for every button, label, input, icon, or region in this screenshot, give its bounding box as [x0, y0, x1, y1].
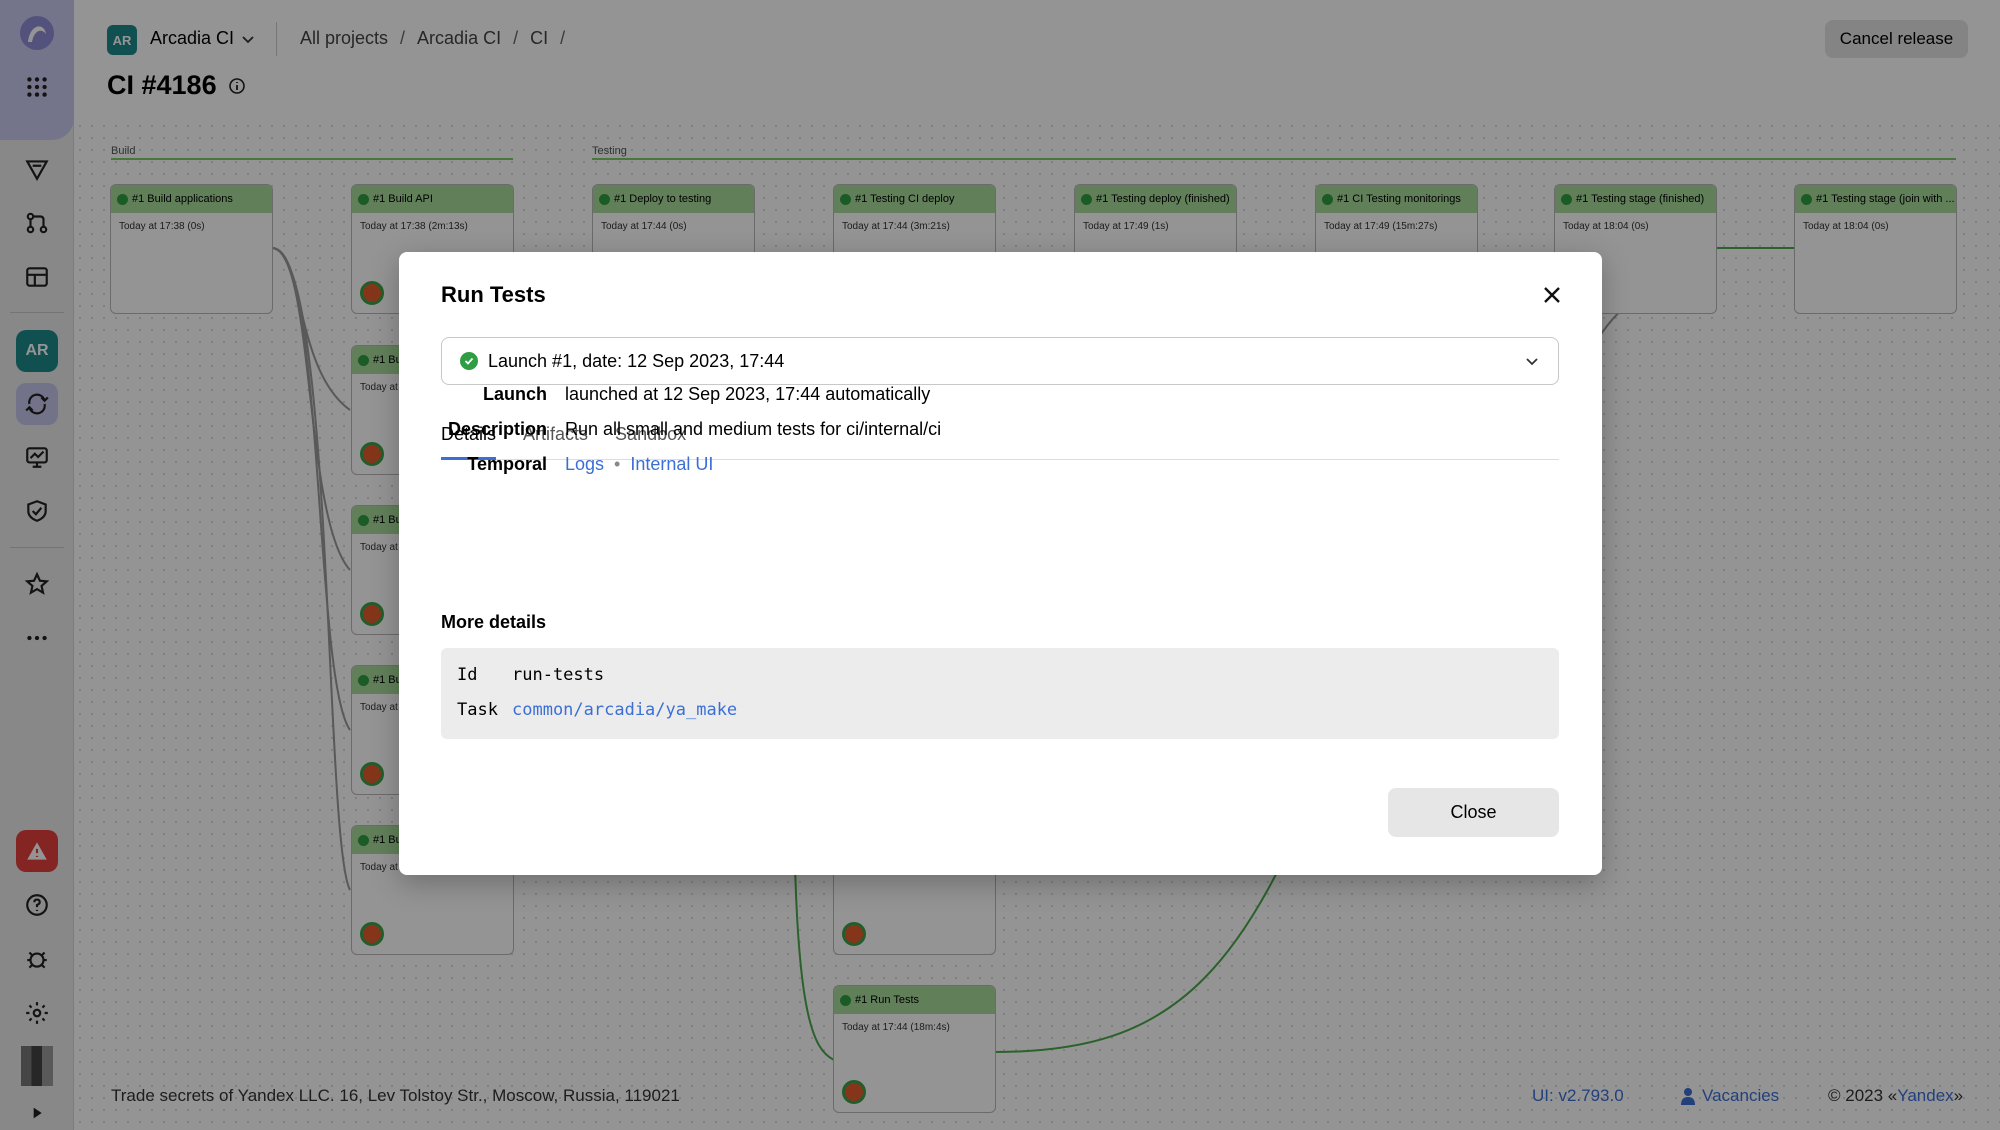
task-link[interactable]: common/arcadia/ya_make — [512, 700, 737, 735]
modal-title: Run Tests — [441, 282, 546, 307]
launch-value: launched at 12 Sep 2023, 17:44 automatic… — [565, 384, 931, 404]
description-row: Description Run all small and medium tes… — [441, 419, 941, 440]
description-value: Run all small and medium tests for ci/in… — [565, 419, 942, 439]
launch-select[interactable]: Launch #1, date: 12 Sep 2023, 17:44 — [441, 337, 1559, 385]
link-separator: • — [614, 454, 621, 474]
more-details-heading: More details — [441, 612, 547, 632]
success-icon — [460, 352, 478, 370]
detail-value: run-tests — [512, 665, 605, 685]
run-tests-modal: Run Tests Launch #1, date: 12 Sep 2023, … — [399, 252, 1602, 875]
launch-row: Launch launched at 12 Sep 2023, 17:44 au… — [441, 384, 930, 405]
chevron-down-icon[interactable] — [1524, 354, 1540, 370]
temporal-logs-link[interactable]: Logs — [565, 454, 604, 475]
close-icon[interactable] — [1537, 280, 1567, 310]
temporal-label: Temporal — [467, 454, 547, 474]
temporal-internal-ui-link[interactable]: Internal UI — [630, 454, 713, 475]
description-label: Description — [447, 419, 547, 439]
detail-key: Task — [457, 700, 498, 720]
detail-row-id: Id run-tests — [457, 665, 1559, 700]
close-button[interactable]: Close — [1388, 788, 1559, 837]
launch-label: Launch — [482, 384, 547, 404]
detail-key: Id — [457, 665, 478, 685]
detail-row-task: Task common/arcadia/ya_make — [457, 700, 1559, 735]
temporal-row: Temporal Logs • Internal UI — [441, 454, 713, 475]
launch-select-value: Launch #1, date: 12 Sep 2023, 17:44 — [488, 350, 785, 371]
details-codebox: Id run-tests Task common/arcadia/ya_make — [441, 648, 1559, 739]
